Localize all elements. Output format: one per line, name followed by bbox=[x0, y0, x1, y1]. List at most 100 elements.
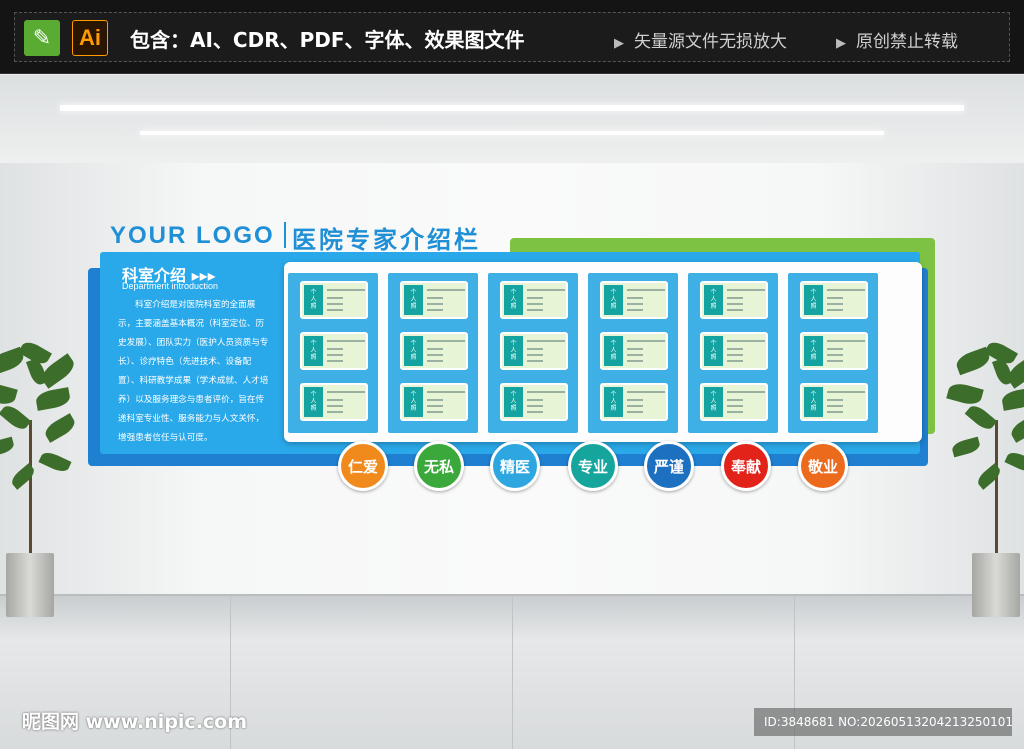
text-placeholder-line bbox=[427, 411, 443, 413]
expert-card: 个 人 照 bbox=[700, 332, 768, 370]
floor-tile-line bbox=[512, 595, 513, 749]
expert-card: 个 人 照 bbox=[600, 332, 668, 370]
text-placeholder-line bbox=[727, 399, 743, 401]
expert-card: 个 人 照 bbox=[800, 332, 868, 370]
text-placeholder-line bbox=[627, 360, 643, 362]
text-placeholder-line bbox=[427, 289, 465, 291]
photo-placeholder: 个 人 照 bbox=[304, 387, 323, 417]
dept-description: 科室介绍是对医院科室的全面展示，主要涵盖基本概况（科室定位、历史发展）、团队实力… bbox=[118, 300, 269, 443]
text-placeholder-line bbox=[627, 399, 643, 401]
expert-column: 个 人 照个 人 照个 人 照 bbox=[788, 273, 878, 433]
ceiling-light bbox=[60, 105, 964, 111]
expert-card: 个 人 照 bbox=[500, 281, 568, 319]
logo-divider bbox=[284, 222, 286, 248]
skirting bbox=[0, 594, 1024, 596]
photo-placeholder: 个 人 照 bbox=[404, 336, 423, 366]
text-placeholder-line bbox=[427, 391, 465, 393]
text-placeholder-line bbox=[627, 309, 643, 311]
text-placeholder-line bbox=[327, 289, 365, 291]
text-placeholder-line bbox=[827, 399, 843, 401]
vector-note: ▶ 矢量源文件无损放大 bbox=[614, 27, 787, 52]
text-placeholder-line bbox=[527, 289, 565, 291]
text-placeholder-line bbox=[627, 354, 643, 356]
text-placeholder-line bbox=[727, 411, 743, 413]
photo-placeholder: 个 人 照 bbox=[604, 285, 623, 315]
illustrator-icon: Ai bbox=[72, 20, 108, 56]
text-placeholder-line bbox=[827, 340, 865, 342]
photo-placeholder: 个 人 照 bbox=[504, 387, 523, 417]
text-placeholder-line bbox=[827, 391, 865, 393]
text-placeholder-line bbox=[727, 360, 743, 362]
text-placeholder-line bbox=[427, 297, 443, 299]
text-placeholder-line bbox=[327, 348, 343, 350]
included-files-text: 包含：AI、CDR、PDF、字体、效果图文件 bbox=[130, 28, 525, 52]
text-placeholder-line bbox=[727, 354, 743, 356]
text-placeholder-line bbox=[527, 297, 543, 299]
expert-card: 个 人 照 bbox=[600, 281, 668, 319]
text-placeholder-line bbox=[427, 399, 443, 401]
logo-text: YOUR LOGO bbox=[110, 222, 275, 249]
plant-pot bbox=[6, 553, 54, 617]
expert-card: 个 人 照 bbox=[500, 383, 568, 421]
text-placeholder-line bbox=[727, 405, 743, 407]
text-placeholder-line bbox=[427, 340, 465, 342]
photo-placeholder: 个 人 照 bbox=[704, 285, 723, 315]
value-badge: 奉献 bbox=[721, 441, 771, 491]
text-placeholder-line bbox=[527, 360, 543, 362]
photo-placeholder: 个 人 照 bbox=[704, 336, 723, 366]
text-placeholder-line bbox=[527, 309, 543, 311]
text-placeholder-line bbox=[527, 348, 543, 350]
ceiling bbox=[0, 75, 1024, 163]
text-placeholder-line bbox=[327, 399, 343, 401]
expert-card: 个 人 照 bbox=[800, 383, 868, 421]
photo-placeholder: 个 人 照 bbox=[804, 336, 823, 366]
text-placeholder-line bbox=[527, 391, 565, 393]
play-icon: ▶ bbox=[614, 36, 624, 51]
text-placeholder-line bbox=[427, 348, 443, 350]
text-placeholder-line bbox=[627, 405, 643, 407]
text-placeholder-line bbox=[327, 309, 343, 311]
text-placeholder-line bbox=[527, 354, 543, 356]
expert-card: 个 人 照 bbox=[300, 383, 368, 421]
text-placeholder-line bbox=[727, 289, 765, 291]
expert-card: 个 人 照 bbox=[300, 281, 368, 319]
expert-column: 个 人 照个 人 照个 人 照 bbox=[388, 273, 478, 433]
text-placeholder-line bbox=[427, 303, 443, 305]
text-placeholder-line bbox=[327, 360, 343, 362]
text-placeholder-line bbox=[727, 297, 743, 299]
vector-note-text: 矢量源文件无损放大 bbox=[634, 32, 787, 52]
text-placeholder-line bbox=[527, 340, 565, 342]
text-placeholder-line bbox=[527, 399, 543, 401]
expert-column: 个 人 照个 人 照个 人 照 bbox=[288, 273, 378, 433]
text-placeholder-line bbox=[627, 297, 643, 299]
text-placeholder-line bbox=[827, 309, 843, 311]
watermark-site: 昵图网 www.nipic.com bbox=[22, 711, 248, 733]
expert-column: 个 人 照个 人 照个 人 照 bbox=[688, 273, 778, 433]
text-placeholder-line bbox=[427, 354, 443, 356]
value-badge: 专业 bbox=[568, 441, 618, 491]
photo-placeholder: 个 人 照 bbox=[504, 285, 523, 315]
text-placeholder-line bbox=[627, 303, 643, 305]
watermark-id: ID:3848681 NO:20260513204213250101 bbox=[754, 708, 1013, 736]
text-placeholder-line bbox=[627, 348, 643, 350]
text-placeholder-line bbox=[827, 354, 843, 356]
ceiling-light bbox=[140, 131, 884, 135]
photo-placeholder: 个 人 照 bbox=[504, 336, 523, 366]
expert-card: 个 人 照 bbox=[300, 332, 368, 370]
value-badge: 严谨 bbox=[644, 441, 694, 491]
photo-placeholder: 个 人 照 bbox=[404, 387, 423, 417]
pen-icon: ✎ bbox=[24, 20, 60, 56]
text-placeholder-line bbox=[527, 411, 543, 413]
text-placeholder-line bbox=[827, 411, 843, 413]
photo-placeholder: 个 人 照 bbox=[704, 387, 723, 417]
plant-stem bbox=[29, 420, 32, 555]
value-badge: 敬业 bbox=[798, 441, 848, 491]
value-badge: 无私 bbox=[414, 441, 464, 491]
play-icon: ▶ bbox=[836, 36, 846, 51]
text-placeholder-line bbox=[327, 354, 343, 356]
text-placeholder-line bbox=[827, 405, 843, 407]
text-placeholder-line bbox=[527, 303, 543, 305]
expert-card: 个 人 照 bbox=[700, 383, 768, 421]
expert-card: 个 人 照 bbox=[600, 383, 668, 421]
photo-placeholder: 个 人 照 bbox=[804, 387, 823, 417]
